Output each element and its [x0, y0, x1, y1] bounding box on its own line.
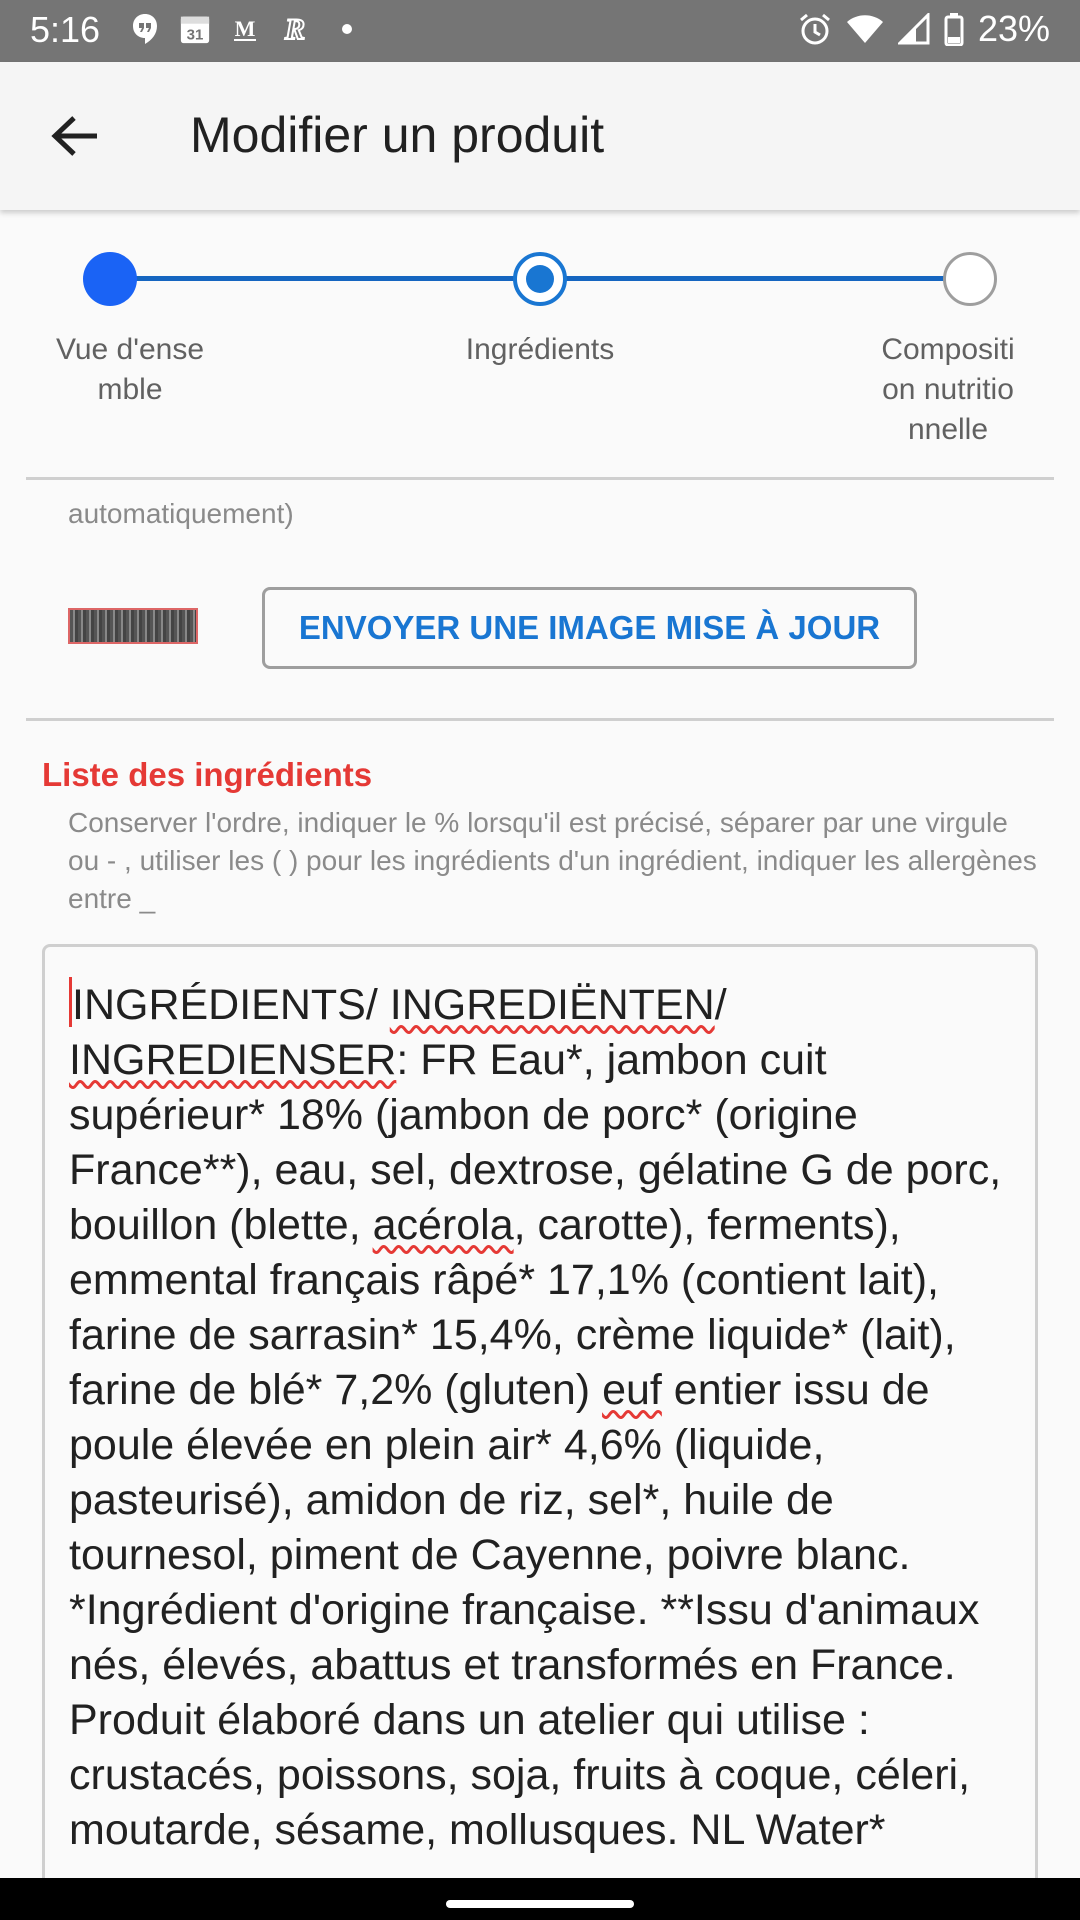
status-time: 5:16	[30, 9, 101, 50]
calendar-icon: 31	[180, 12, 210, 46]
system-icons: 23%	[798, 8, 1050, 50]
ingredients-text-part: entier issu de poule élevée en plein air…	[69, 1366, 980, 1854]
signal-icon	[897, 13, 930, 45]
battery-icon	[944, 13, 964, 46]
calendar-day: 31	[187, 27, 204, 44]
step-nutrition-text: Compositi on nutritio nnelle	[881, 333, 1015, 446]
step-ingredients-indicator[interactable]	[513, 252, 567, 306]
divider	[26, 477, 1054, 480]
ingredients-photo-thumbnail[interactable]	[68, 608, 198, 644]
notification-icons: 31 M R	[130, 12, 352, 46]
step-overview-text: Vue d'ense mble	[55, 333, 205, 406]
navigation-bar	[0, 1878, 1080, 1920]
ingredients-text-part: INGRÉDIENTS/	[72, 981, 390, 1029]
upload-image-button[interactable]: ENVOYER UNE IMAGE MISE À JOUR	[262, 587, 917, 669]
back-button[interactable]	[40, 106, 110, 166]
home-handle[interactable]	[446, 1900, 634, 1908]
misspelled-word[interactable]: INGREDIENSER	[69, 1036, 396, 1084]
more-notifications-dot	[342, 24, 352, 34]
step-ingredients-label[interactable]: Ingrédients	[440, 330, 640, 370]
page-title: Modifier un produit	[190, 107, 605, 163]
step-connector-2	[566, 276, 970, 281]
step-nutrition-indicator[interactable]	[943, 252, 997, 306]
step-overview-indicator[interactable]	[83, 252, 137, 306]
step-connector-1	[110, 276, 540, 281]
app-bar: Modifier un produit	[0, 62, 1080, 210]
ingredients-title: Liste des ingrédients	[42, 756, 373, 793]
step-overview-label[interactable]: Vue d'ense mble	[30, 330, 230, 410]
svg-text:R: R	[284, 13, 305, 45]
ingredients-hint: Conserver l'ordre, indiquer le % lorsqu'…	[68, 807, 1037, 914]
stepper: Vue d'ense mble Ingrédients Compositi on…	[0, 210, 1080, 480]
ingredients-text: INGRÉDIENTS/ INGREDIËNTEN/ INGREDIENSER:…	[69, 977, 1029, 1858]
misspelled-word[interactable]: INGREDIËNTEN	[390, 981, 715, 1029]
arrow-back-icon	[51, 116, 97, 156]
step-ingredients-text: Ingrédients	[465, 333, 615, 366]
ingredients-text-field[interactable]: INGRÉDIENTS/ INGREDIËNTEN/ INGREDIENSER:…	[42, 944, 1038, 1920]
svg-text:M: M	[235, 16, 256, 41]
divider	[26, 718, 1054, 721]
hangouts-icon	[130, 12, 160, 46]
wifi-icon	[846, 15, 883, 43]
photo-caption: automatiquement)	[68, 498, 294, 529]
step-nutrition-label[interactable]: Compositi on nutritio nnelle	[848, 330, 1048, 450]
misspelled-word[interactable]: euf	[602, 1366, 662, 1414]
status-bar: 5:16 31 M R 23%	[0, 0, 1080, 62]
r-app-icon: R	[280, 12, 310, 46]
ingredients-text-part: /	[714, 981, 727, 1029]
gmail-icon: M	[230, 12, 260, 46]
battery-percent: 23%	[977, 8, 1050, 49]
misspelled-word[interactable]: acérola	[373, 1201, 514, 1249]
alarm-icon	[799, 13, 830, 45]
